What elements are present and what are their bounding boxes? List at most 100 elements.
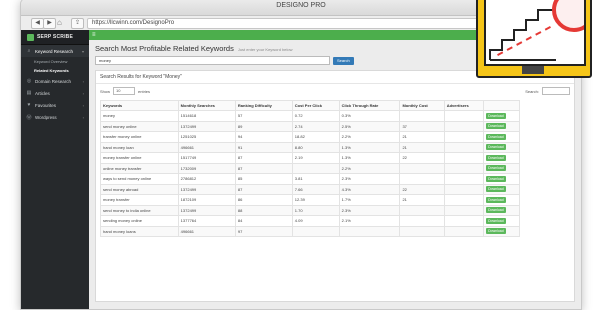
table-cell: 0.3%	[338, 110, 401, 122]
table-cell: 7.66	[291, 183, 340, 195]
download-button[interactable]: Download	[486, 196, 506, 203]
download-button[interactable]: Download	[486, 207, 506, 214]
menu-icon[interactable]: ≡	[92, 32, 96, 38]
table-cell: send money online	[100, 120, 179, 132]
sidebar-item-label: Articles	[35, 90, 50, 96]
sidebar-item-articles[interactable]: ▤ Articles ›	[21, 87, 89, 99]
sidebar-subitem-keyword-overview[interactable]: Keyword Overview	[21, 57, 89, 66]
table-cell: 84	[234, 215, 293, 227]
column-header[interactable]: Advertisers	[443, 100, 485, 111]
sidebar-item-label: Wordpress	[35, 115, 57, 120]
sidebar-item-domain-research[interactable]: ◎ Domain Research ›	[21, 75, 89, 87]
forward-arrow-icon[interactable]: ▶	[43, 18, 56, 29]
table-cell: online money transfer	[100, 162, 179, 174]
table-row: hand money loans 496661 97 Download	[100, 225, 520, 237]
table-cell: 2.5%	[338, 120, 401, 132]
table-cell: 88	[234, 204, 293, 216]
entries-select[interactable]: 10	[113, 87, 136, 95]
globe-icon: ◎	[26, 78, 32, 84]
wordpress-icon: Ⓦ	[26, 115, 32, 121]
table-cell	[443, 131, 485, 143]
sidebar-item-wordpress[interactable]: Ⓦ Wordpress ›	[21, 111, 89, 124]
download-button[interactable]: Download	[486, 154, 506, 161]
table-cell	[399, 173, 445, 185]
table-cell: 3.81	[291, 173, 340, 185]
table-cell: 12.39	[291, 194, 340, 206]
chevron-right-icon: ›	[82, 78, 84, 84]
table-cell: 2.19	[291, 152, 340, 164]
sidebar-subitem-related-keywords[interactable]: Related Keywords	[21, 66, 89, 75]
table-cell: Download	[483, 204, 520, 216]
table-cell	[399, 110, 445, 122]
column-header[interactable]: Cost Per Click	[291, 100, 340, 111]
table-cell: 1.70	[291, 204, 340, 216]
table-cell: Download	[483, 131, 520, 143]
show-label: Show	[100, 88, 111, 94]
column-header[interactable]: Monthly Searches	[177, 100, 236, 111]
table-cell: Download	[483, 225, 520, 237]
brand-logo-icon	[27, 33, 34, 41]
table-cell: 496661	[177, 225, 236, 237]
download-button[interactable]: Download	[486, 228, 506, 235]
search-icon: ⌕	[27, 48, 31, 54]
table-cell: 22	[399, 152, 445, 164]
search-button[interactable]: Search	[333, 56, 354, 65]
download-button[interactable]: Download	[486, 165, 506, 172]
table-cell: 89	[234, 120, 293, 132]
table-cell: 2.3%	[338, 173, 401, 185]
column-header[interactable]: Ranking Difficulty	[234, 100, 293, 111]
table-cell: 1377764	[177, 215, 236, 227]
chevron-right-icon: ›	[82, 90, 84, 96]
table-cell: send money to india online	[100, 204, 179, 216]
table-controls: Show 10 entries Search:	[96, 84, 574, 98]
column-header[interactable]: Keywords	[100, 100, 179, 111]
table-cell: 87	[234, 152, 293, 164]
download-button[interactable]: Download	[486, 112, 506, 119]
home-icon[interactable]: ⌂	[57, 18, 66, 27]
brand[interactable]: SERP SCRIBE	[21, 30, 89, 45]
illustration-screen	[484, 0, 586, 66]
table-cell: 1251025	[177, 131, 236, 143]
download-button[interactable]: Download	[486, 217, 506, 224]
table-row: ways to send money online 2786812 85 3.81 2.…	[100, 173, 520, 185]
results-table: Keywords Monthly Searches Ranking Difficul…	[100, 100, 520, 237]
table-cell: Download	[483, 162, 520, 174]
table-cell	[443, 141, 485, 153]
table-cell	[291, 225, 340, 237]
table-cell: sending money online	[100, 215, 179, 227]
chevron-right-icon: ›	[82, 102, 84, 108]
table-row: sending money online 1377764 84 4.09 2.1% Dow…	[100, 215, 520, 227]
table-row: money transfer 1872109 86 12.39 1.7% 21 Downlo…	[100, 194, 520, 206]
table-cell: 37	[399, 120, 445, 132]
table-cell: 97	[234, 225, 293, 237]
table-body: money 1514618 57 0.72 0.3% Download send money…	[100, 110, 520, 237]
column-header[interactable]: Monthly Cost	[399, 100, 445, 111]
column-header[interactable]: Click Through Rate	[338, 100, 401, 111]
column-header[interactable]	[483, 100, 520, 111]
computer-illustration	[476, 0, 592, 78]
table-search-label: Search:	[525, 88, 539, 94]
document-icon: ▤	[26, 90, 32, 96]
table-cell: 2.3%	[338, 204, 401, 216]
table-cell	[338, 225, 401, 237]
sidebar: SERP SCRIBE ⌕ Keyword Research ▾ Keyword…	[21, 30, 89, 309]
table-cell	[443, 215, 485, 227]
sidebar-item-favourites[interactable]: ♥ Favourites ›	[21, 99, 89, 111]
table-cell: 22	[399, 183, 445, 195]
download-button[interactable]: Download	[486, 123, 506, 130]
keyword-search-input[interactable]: money	[95, 56, 330, 65]
share-icon[interactable]: ⇪	[71, 18, 84, 29]
table-cell: 2.1%	[338, 215, 401, 227]
table-cell: Download	[483, 183, 520, 195]
table-cell: 21	[399, 141, 445, 153]
table-cell	[399, 162, 445, 174]
download-button[interactable]: Download	[486, 186, 506, 193]
sidebar-item-keyword-research[interactable]: ⌕ Keyword Research ▾	[21, 45, 89, 57]
download-button[interactable]: Download	[486, 144, 506, 151]
download-button[interactable]: Download	[486, 133, 506, 140]
table-cell: 1.3%	[338, 152, 401, 164]
table-cell: 1872109	[177, 194, 236, 206]
download-button[interactable]: Download	[486, 175, 506, 182]
table-search-input[interactable]	[542, 87, 570, 95]
address-bar[interactable]: https://llcwinn.com/DesignoPro	[87, 18, 523, 29]
